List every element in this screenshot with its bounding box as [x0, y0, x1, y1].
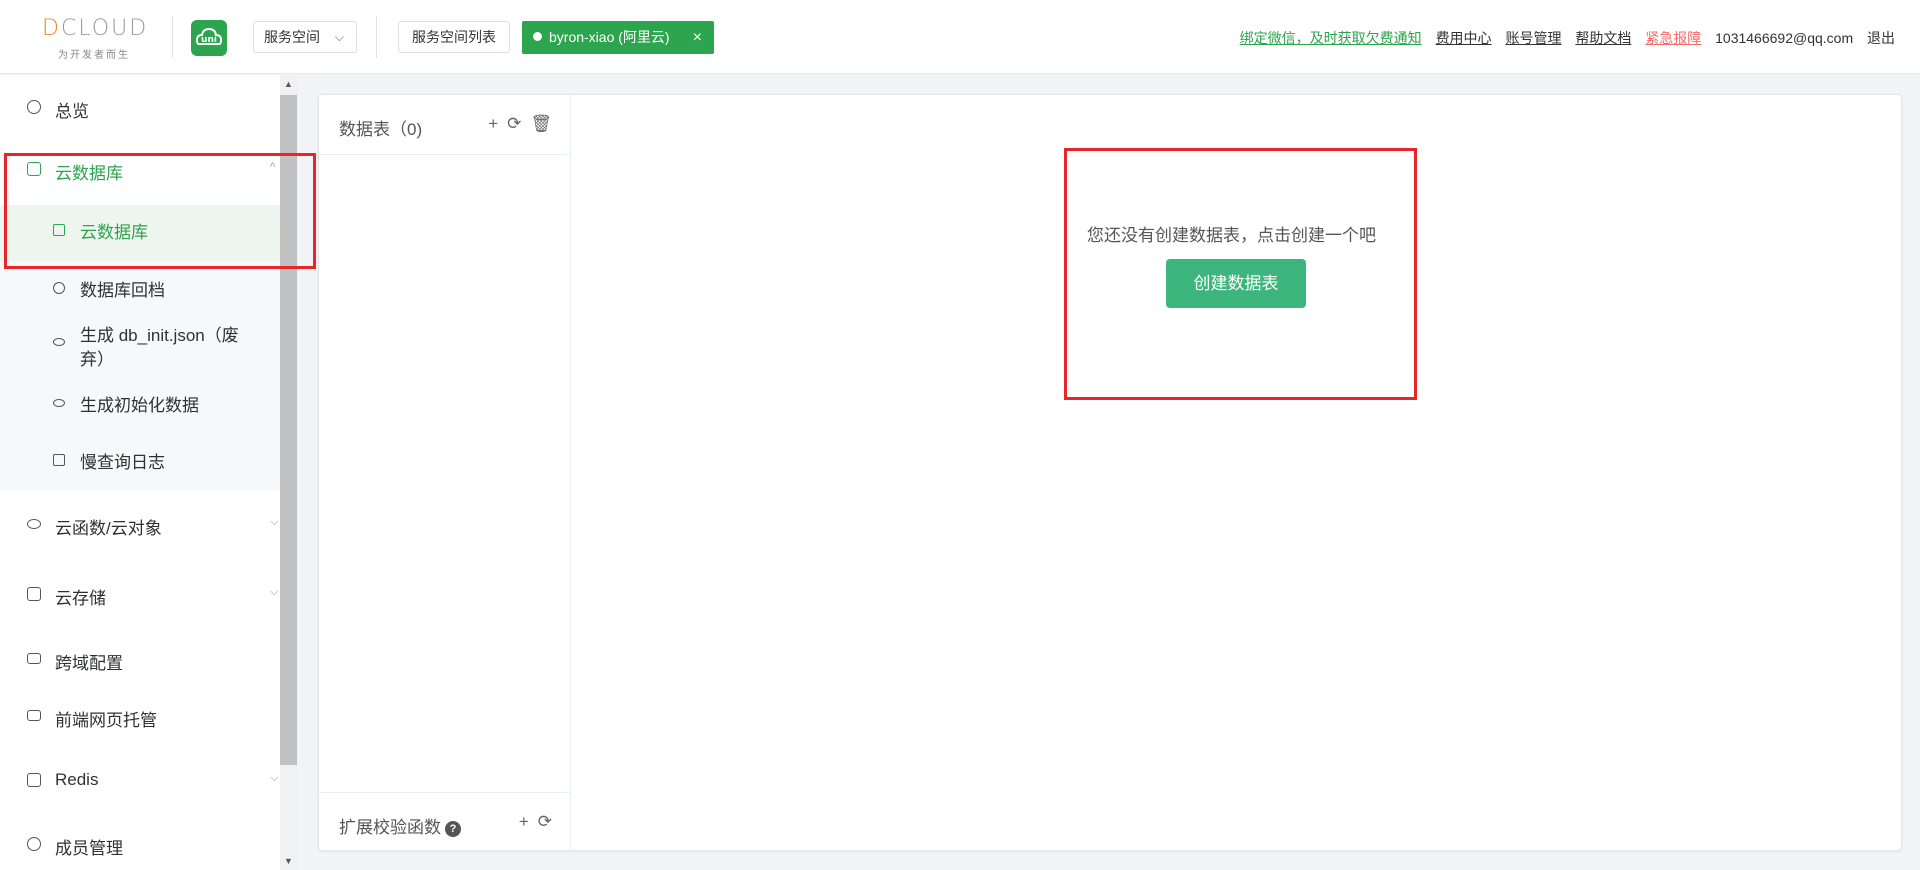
bind-wechat-link[interactable]: 绑定微信，及时获取欠费通知	[1240, 30, 1422, 46]
logo-tagline: 为开发者而生	[58, 50, 130, 61]
config-icon	[27, 653, 41, 664]
chevron-down-icon: ⌵	[270, 516, 279, 528]
service-space-select[interactable]: 服务空间 ⌵	[253, 21, 357, 53]
sidebar-item-label: 成员管理	[55, 839, 123, 858]
log-icon	[53, 454, 65, 466]
redis-icon	[27, 773, 41, 787]
sidebar-item-redis[interactable]: Redis ⌵	[0, 770, 280, 800]
table-list-tools: + ⟳ 🗑	[479, 114, 552, 134]
docs-link[interactable]: 帮助文档	[1575, 30, 1631, 46]
sidebar-item-cors-config[interactable]: 跨域配置	[0, 649, 280, 679]
sidebar-subitem-label: 慢查询日志	[80, 453, 165, 472]
table-count-title: 数据表（0)	[339, 120, 423, 139]
table-list-header: 数据表（0) + ⟳ 🗑	[319, 95, 570, 155]
hosting-icon	[27, 710, 41, 721]
status-dot-icon	[533, 32, 542, 41]
sidebar-subitem-label: 生成初始化数据	[80, 396, 199, 415]
rollback-icon	[53, 282, 65, 294]
refresh-icon[interactable]: ⟳	[507, 114, 521, 133]
validate-function-footer: 扩展校验函数? + ⟳	[319, 792, 570, 852]
scroll-up-arrow-icon[interactable]: ▲	[284, 79, 293, 89]
sidebar-item-label: 跨域配置	[55, 654, 123, 673]
uni-cloud-icon[interactable]: uni	[191, 20, 227, 56]
sidebar-item-overview[interactable]: 总览	[0, 97, 280, 127]
sidebar-item-web-hosting[interactable]: 前端网页托管	[0, 706, 280, 736]
sidebar-item-label: 总览	[55, 102, 89, 121]
active-service-space-tag[interactable]: byron-xiao (阿里云) ×	[522, 21, 714, 54]
chevron-down-icon: ⌵	[270, 586, 279, 598]
storage-icon	[27, 587, 41, 601]
logout-link[interactable]: 退出	[1867, 30, 1895, 46]
sidebar-subitem-label: 数据库回档	[80, 281, 165, 300]
sidebar-item-cloud-storage[interactable]: 云存储 ⌵	[0, 584, 280, 614]
sidebar-item-members[interactable]: 成员管理	[0, 834, 280, 864]
validate-function-tools: + ⟳	[510, 812, 552, 832]
billing-link[interactable]: 费用中心	[1436, 30, 1492, 46]
dcloud-logo[interactable]: DCLOUD 为开发者而生	[42, 16, 154, 61]
help-icon[interactable]: ?	[445, 821, 461, 837]
scroll-down-arrow-icon[interactable]: ▼	[284, 856, 293, 866]
sidebar-item-label: 前端网页托管	[55, 711, 157, 730]
top-header: DCLOUD 为开发者而生 uni 服务空间 ⌵ 服务空间列表 byron-xi…	[0, 0, 1920, 74]
table-list-panel: 数据表（0) + ⟳ 🗑 扩展校验函数? + ⟳	[319, 95, 571, 852]
service-space-list-button[interactable]: 服务空间列表	[398, 21, 510, 53]
sidebar-item-cloud-functions[interactable]: 云函数/云对象 ⌵	[0, 514, 280, 544]
cloud-icon	[27, 519, 41, 529]
highlight-box	[4, 153, 316, 269]
validate-function-title: 扩展校验函数?	[339, 813, 461, 838]
link-icon	[53, 338, 65, 346]
chevron-down-icon: ⌵	[334, 30, 344, 44]
header-divider	[172, 16, 173, 58]
service-space-select-label: 服务空间	[264, 29, 320, 45]
uni-label: uni	[201, 35, 217, 45]
highlight-box	[1064, 148, 1417, 400]
pie-chart-icon	[27, 100, 41, 114]
chevron-down-icon: ⌵	[270, 772, 279, 784]
logo-word-accent: D	[42, 16, 61, 41]
add-icon[interactable]: +	[488, 114, 498, 133]
header-divider	[376, 16, 377, 58]
delete-icon[interactable]: 🗑	[530, 114, 552, 133]
close-icon[interactable]: ×	[693, 21, 702, 54]
sidebar-subitem-label: 生成 db_init.json（废弃）	[80, 326, 239, 369]
top-links: 绑定微信，及时获取欠费通知 费用中心 账号管理 帮助文档 紧急报障 103146…	[1230, 28, 1895, 48]
sidebar-item-label: 云存储	[55, 589, 106, 608]
refresh-icon[interactable]: ⟳	[538, 812, 552, 831]
sidebar-item-label: Redis	[55, 770, 99, 789]
link-icon	[53, 399, 65, 407]
sidebar-item-label: 云函数/云对象	[55, 519, 162, 538]
validate-function-label: 扩展校验函数	[339, 818, 441, 837]
user-icon	[27, 837, 41, 851]
active-space-label: byron-xiao (阿里云)	[549, 29, 670, 45]
emergency-report-link[interactable]: 紧急报障	[1645, 30, 1701, 46]
add-icon[interactable]: +	[519, 812, 529, 831]
account-link[interactable]: 账号管理	[1505, 30, 1561, 46]
logo-word-rest: CLOUD	[60, 16, 149, 41]
user-email: 1031466692@qq.com	[1715, 30, 1854, 46]
